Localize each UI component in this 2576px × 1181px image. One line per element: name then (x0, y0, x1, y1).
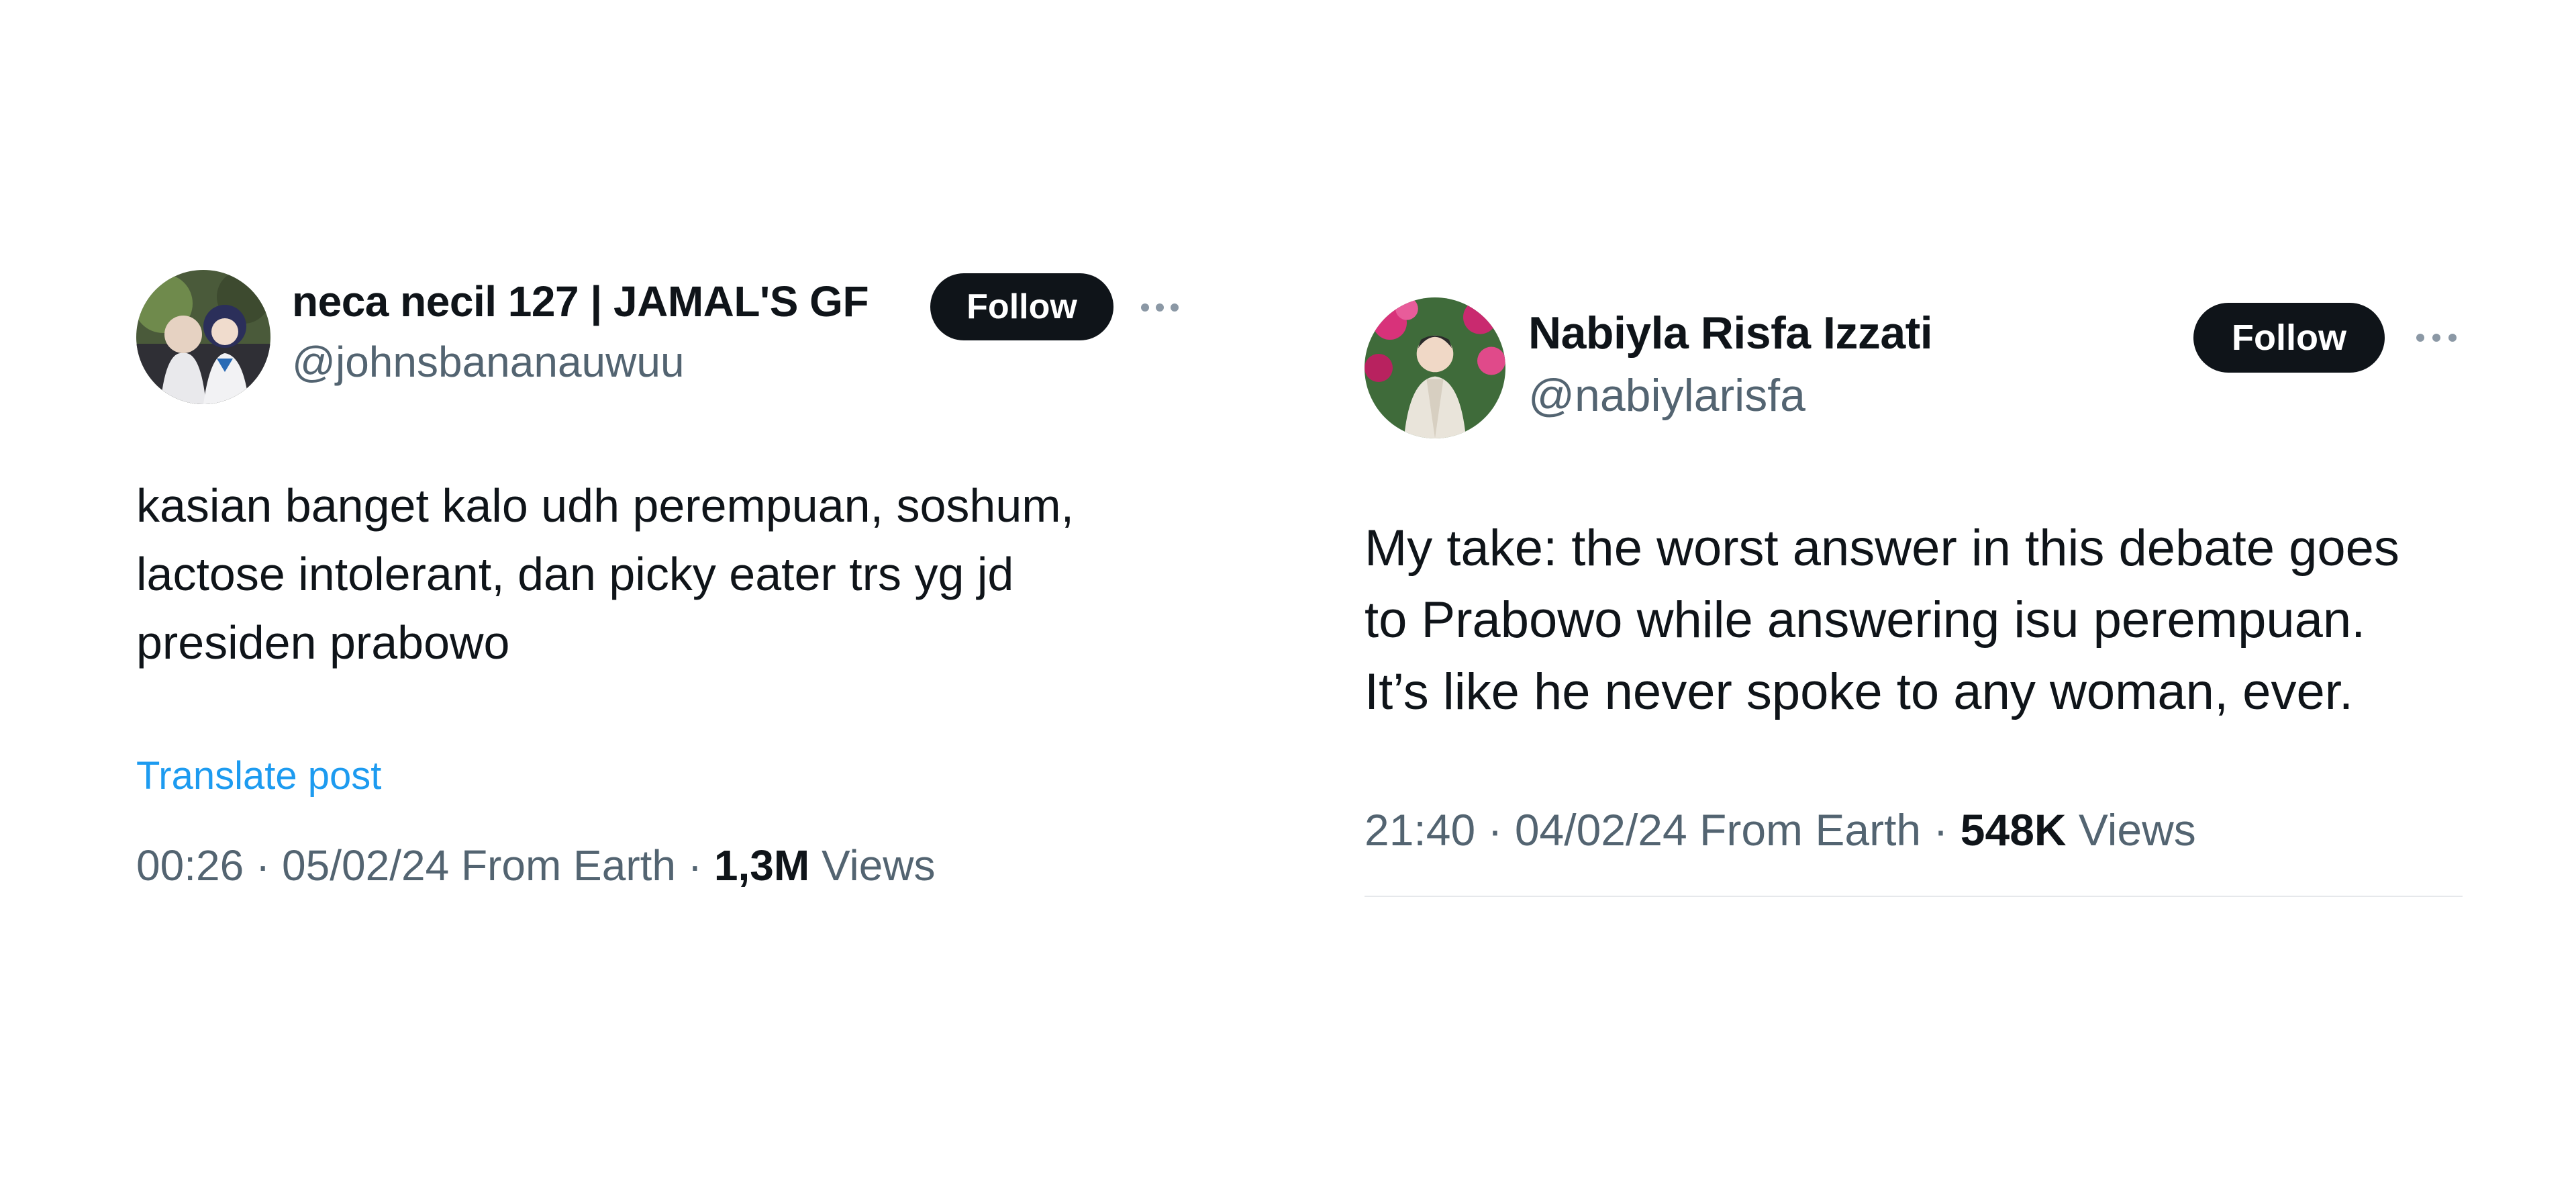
translate-post-link[interactable]: Translate post (136, 753, 381, 798)
follow-button[interactable]: Follow (930, 273, 1113, 340)
views-count[interactable]: 548K (1961, 805, 2067, 855)
follow-button[interactable]: Follow (2193, 303, 2385, 373)
divider (1365, 896, 2463, 897)
post-text: kasian banget kalo udh perempuan, soshum… (136, 479, 1075, 669)
display-name[interactable]: neca necil 127 | JAMAL'S GF (292, 277, 869, 326)
avatar-photo-icon (136, 270, 270, 404)
views-label: Views (2066, 805, 2196, 855)
post-metadata: 00:26 · 05/02/24 From Earth · 1,3M Views (136, 841, 936, 890)
user-handle[interactable]: @nabiylarisfa (1528, 369, 1805, 422)
user-handle[interactable]: @johnsbananauwuu (292, 337, 685, 387)
avatar[interactable] (136, 270, 270, 404)
avatar-photo-icon (1365, 297, 1505, 438)
views-label: Views (809, 841, 936, 890)
post-timestamp[interactable]: 21:40 · 04/02/24 From Earth · (1365, 805, 1961, 855)
views-count[interactable]: 1,3M (714, 841, 809, 890)
display-name[interactable]: Nabiyla Risfa Izzati (1528, 307, 1933, 359)
more-options-icon[interactable] (2416, 334, 2457, 342)
more-options-icon[interactable] (1141, 303, 1179, 312)
avatar[interactable] (1365, 297, 1505, 438)
post-metadata: 21:40 · 04/02/24 From Earth · 548K Views (1365, 804, 2196, 855)
post-text: My take: the worst answer in this debate… (1365, 520, 2399, 720)
post-timestamp[interactable]: 00:26 · 05/02/24 From Earth · (136, 841, 714, 890)
